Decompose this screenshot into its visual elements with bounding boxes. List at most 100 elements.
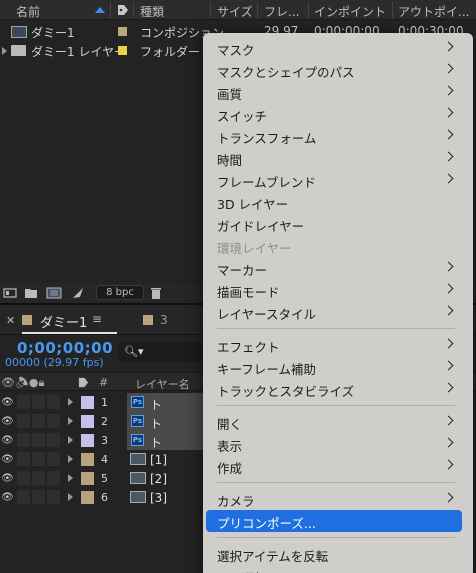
label-color-swatch[interactable] [118, 27, 127, 36]
label-tag-icon[interactable] [78, 377, 89, 388]
label-tag-icon[interactable] [117, 4, 129, 16]
render-queue-icon[interactable] [71, 287, 85, 299]
current-time-display[interactable]: 0;00;00;00 [17, 339, 113, 357]
visibility-eye-icon[interactable]: 👁︎ [1, 435, 14, 446]
search-icon[interactable]: 🔍︎▾ [124, 345, 144, 358]
menu-item-6[interactable]: 時間 [203, 147, 473, 169]
column-type[interactable]: 種類 [140, 3, 164, 20]
column-divider[interactable] [308, 2, 309, 18]
layer-label-swatch[interactable] [81, 453, 94, 466]
menu-item-22[interactable]: 選択アイテムを反転 [203, 543, 473, 565]
menu-item-label: プリコンポーズ... [217, 516, 316, 531]
menu-item-2[interactable]: マスクとシェイプのパス [203, 59, 473, 81]
menu-item-13[interactable]: レイヤースタイル [203, 301, 473, 323]
column-layer-name[interactable]: レイヤー名 [135, 376, 190, 392]
column-divider[interactable] [133, 2, 134, 18]
lock-toggle[interactable] [47, 433, 60, 447]
solo-toggle[interactable] [32, 433, 45, 447]
column-divider[interactable] [110, 2, 111, 18]
audio-toggle[interactable] [17, 490, 30, 504]
composition-icon [130, 472, 146, 484]
layer-label-swatch[interactable] [81, 491, 94, 504]
tab-menu-icon[interactable]: ≡ [92, 312, 102, 326]
solo-toggle[interactable] [32, 414, 45, 428]
visibility-eye-icon[interactable]: 👁︎ [1, 473, 14, 484]
column-divider[interactable] [210, 2, 211, 18]
solo-toggle[interactable] [32, 452, 45, 466]
menu-item-23[interactable]: 子を選択 [203, 565, 473, 573]
lock-toggle[interactable] [47, 452, 60, 466]
audio-toggle[interactable] [17, 471, 30, 485]
visibility-eye-icon[interactable]: 👁︎ [1, 492, 14, 503]
menu-item-4[interactable]: スイッチ [203, 103, 473, 125]
lock-toggle[interactable] [47, 414, 60, 428]
submenu-chevron-icon [443, 85, 454, 96]
menu-item-3[interactable]: 画質 [203, 81, 473, 103]
lock-toggle[interactable] [47, 395, 60, 409]
menu-item-12[interactable]: 描画モード [203, 279, 473, 301]
menu-item-label: マスクとシェイプのパス [217, 65, 355, 80]
menu-item-5[interactable]: トランスフォーム [203, 125, 473, 147]
menu-item-8[interactable]: 3D レイヤー [203, 191, 473, 213]
visibility-eye-icon[interactable]: 👁︎ [1, 454, 14, 465]
layer-name: [3] [150, 491, 167, 505]
audio-toggle[interactable] [17, 414, 30, 428]
menu-item-11[interactable]: マーカー [203, 257, 473, 279]
menu-separator [217, 482, 455, 483]
layer-label-swatch[interactable] [81, 434, 94, 447]
audio-toggle[interactable] [17, 395, 30, 409]
sort-ascending-icon[interactable] [95, 7, 105, 13]
menu-item-7[interactable]: フレームブレンド [203, 169, 473, 191]
new-composition-icon[interactable] [46, 287, 62, 299]
menu-item-19[interactable]: 作成 [203, 455, 473, 477]
new-folder-icon[interactable] [24, 287, 38, 299]
column-out-point[interactable]: アウトポイ... [398, 3, 469, 20]
audio-toggle[interactable] [17, 433, 30, 447]
expand-layer-triangle-icon[interactable] [68, 474, 73, 482]
menu-item-14[interactable]: エフェクト [203, 334, 473, 356]
expand-layer-triangle-icon[interactable] [68, 493, 73, 501]
menu-item-9[interactable]: ガイドレイヤー [203, 213, 473, 235]
menu-item-17[interactable]: 開く [203, 411, 473, 433]
lock-toggle[interactable] [47, 490, 60, 504]
composition-icon [11, 26, 27, 38]
layer-label-swatch[interactable] [81, 415, 94, 428]
photoshop-icon: Ps [131, 396, 144, 408]
menu-item-20[interactable]: カメラ [203, 488, 473, 510]
trash-icon[interactable] [150, 287, 162, 299]
menu-item-21[interactable]: プリコンポーズ... [206, 510, 462, 532]
expand-layer-triangle-icon[interactable] [68, 398, 73, 406]
solo-toggle[interactable] [32, 490, 45, 504]
visibility-eye-icon[interactable]: 👁︎ [1, 416, 14, 427]
visibility-eye-icon[interactable]: 👁︎ [1, 397, 14, 408]
menu-item-18[interactable]: 表示 [203, 433, 473, 455]
column-size[interactable]: サイズ [217, 3, 253, 20]
tab-other-composition[interactable]: 3 [160, 313, 168, 327]
tab-composition[interactable]: ダミー1 [40, 312, 87, 331]
solo-toggle[interactable] [32, 471, 45, 485]
column-frame-rate[interactable]: フレ... [264, 3, 299, 20]
interpret-footage-icon[interactable] [3, 287, 17, 299]
expand-triangle-icon[interactable] [2, 47, 7, 55]
column-divider[interactable] [392, 2, 393, 18]
av-features-icon[interactable]: 👁︎🔈︎●🔒︎ [1, 376, 44, 390]
close-tab-icon[interactable]: ✕ [6, 314, 15, 327]
layer-label-swatch[interactable] [81, 472, 94, 485]
lock-toggle[interactable] [47, 471, 60, 485]
column-layer-number[interactable]: # [99, 376, 108, 389]
column-in-point[interactable]: インポイント [314, 3, 386, 20]
menu-item-15[interactable]: キーフレーム補助 [203, 356, 473, 378]
expand-layer-triangle-icon[interactable] [68, 436, 73, 444]
audio-toggle[interactable] [17, 452, 30, 466]
column-name[interactable]: 名前 [16, 3, 40, 20]
expand-layer-triangle-icon[interactable] [68, 455, 73, 463]
menu-item-16[interactable]: トラックとスタビライズ [203, 378, 473, 400]
label-color-swatch[interactable] [118, 46, 127, 55]
menu-item-1[interactable]: マスク [203, 37, 473, 59]
column-divider[interactable] [257, 2, 258, 18]
solo-toggle[interactable] [32, 395, 45, 409]
layer-label-swatch[interactable] [81, 396, 94, 409]
bit-depth-button[interactable]: 8 bpc [96, 285, 144, 300]
expand-layer-triangle-icon[interactable] [68, 417, 73, 425]
submenu-chevron-icon [443, 151, 454, 162]
